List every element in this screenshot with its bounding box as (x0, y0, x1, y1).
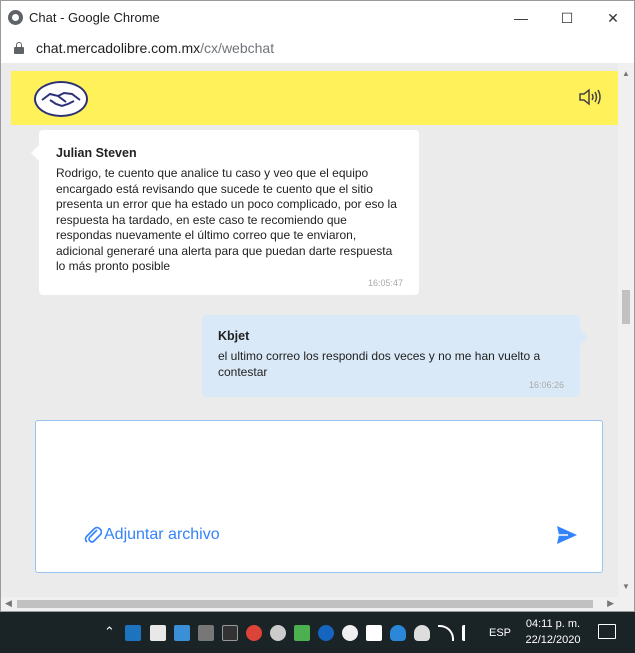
message-composer: Adjuntar archivo (35, 420, 603, 573)
message-text: Rodrigo, te cuento que analice tu caso y… (56, 166, 397, 273)
page-content: Julian Steven Rodrigo, te cuento que ana… (1, 63, 634, 611)
lock-icon (14, 42, 24, 54)
speaker-icon[interactable] (578, 87, 602, 112)
message-text: el ultimo correo los respondi dos veces … (218, 349, 541, 379)
language-indicator[interactable]: ESP (489, 627, 511, 639)
message-sender: Kbjet (218, 329, 250, 343)
taskbar: ⌃ ESP 04:11 p. m. 22/12/2020 (0, 612, 635, 653)
bluetooth-icon[interactable] (318, 625, 334, 641)
power-icon[interactable] (270, 625, 286, 641)
window-title: Chat - Google Chrome (29, 10, 160, 25)
clock-time: 04:11 p. m. (525, 618, 581, 630)
user-message: Kbjet el ultimo correo los respondi dos … (202, 315, 588, 397)
box-icon[interactable] (125, 625, 141, 641)
message-input[interactable] (46, 431, 591, 511)
vertical-scrollbar[interactable]: ▲ ▼ (618, 63, 634, 597)
chat-log: Julian Steven Rodrigo, te cuento que ana… (11, 125, 618, 405)
clock-date: 22/12/2020 (525, 634, 581, 646)
scroll-thumb[interactable] (622, 290, 630, 324)
attach-label: Adjuntar archivo (104, 526, 220, 543)
url-domain: chat.mercadolibre.com.mx (36, 40, 201, 56)
message-time: 16:06:26 (528, 380, 564, 390)
browser-window: Chat - Google Chrome — ☐ ✕ chat.mercadol… (0, 0, 635, 612)
dropbox-icon[interactable] (366, 625, 382, 641)
chrome-icon (8, 10, 23, 25)
volume-icon[interactable] (462, 625, 478, 641)
scroll-right-icon[interactable]: ▶ (607, 598, 614, 609)
cloud-icon[interactable] (414, 625, 430, 641)
app-icon[interactable] (198, 625, 214, 641)
onedrive-icon[interactable] (390, 625, 406, 641)
wifi-icon[interactable] (438, 625, 454, 641)
address-bar[interactable]: chat.mercadolibre.com.mx/cx/webchat (1, 35, 634, 63)
scroll-up-icon[interactable]: ▲ (622, 69, 630, 78)
shield-icon[interactable] (150, 625, 166, 641)
url-path: /cx/webchat (200, 40, 275, 56)
notification-icon[interactable] (598, 624, 616, 639)
maximize-button[interactable]: ☐ (544, 1, 590, 35)
title-bar: Chat - Google Chrome — ☐ ✕ (1, 1, 634, 35)
show-hidden-icons-icon[interactable]: ⌃ (104, 624, 115, 640)
send-icon[interactable] (556, 525, 578, 550)
mercadolibre-handshake-icon (34, 81, 88, 117)
scroll-thumb[interactable] (17, 600, 593, 608)
close-button[interactable]: ✕ (590, 1, 635, 35)
attach-file-button[interactable]: Adjuntar archivo (84, 525, 220, 545)
app-icon[interactable] (222, 625, 238, 641)
minimize-button[interactable]: — (498, 1, 544, 35)
scroll-left-icon[interactable]: ◀ (5, 598, 12, 609)
app-icon[interactable] (342, 625, 358, 641)
app-icon[interactable] (174, 625, 190, 641)
clock[interactable]: 04:11 p. m. 22/12/2020 (518, 616, 588, 648)
agent-message: Julian Steven Rodrigo, te cuento que ana… (31, 130, 419, 295)
app-icon[interactable] (294, 625, 310, 641)
message-time: 16:05:47 (367, 278, 403, 288)
paperclip-icon (84, 526, 102, 543)
scroll-down-icon[interactable]: ▼ (622, 582, 630, 591)
horizontal-scrollbar[interactable]: ◀ ▶ (1, 597, 634, 611)
url-text[interactable]: chat.mercadolibre.com.mx/cx/webchat (36, 40, 274, 56)
message-sender: Julian Steven (56, 146, 137, 160)
chrome-tray-icon[interactable] (246, 625, 262, 641)
chat-header (11, 71, 618, 125)
